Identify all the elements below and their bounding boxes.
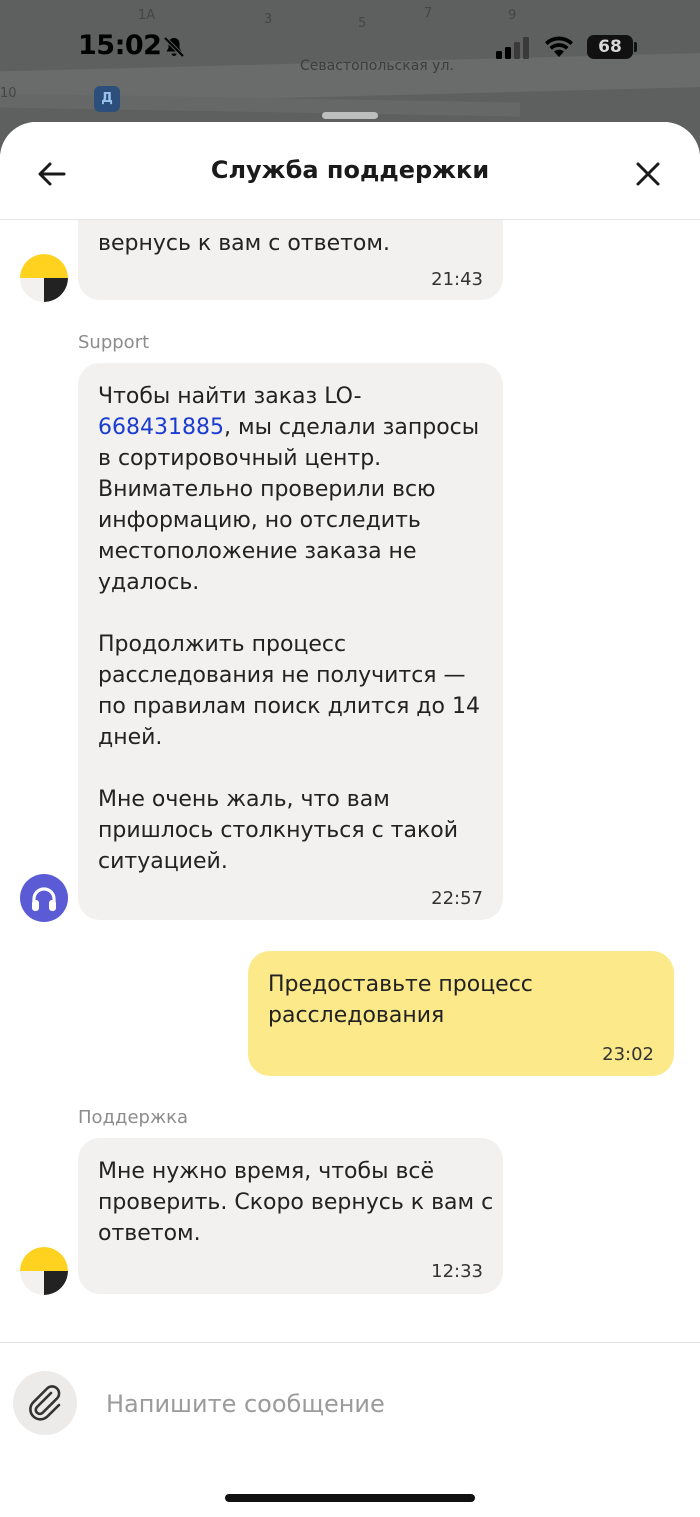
chat-messages[interactable]: вернусь к вам с ответом. 21:43 Support Ч… <box>0 220 700 1342</box>
headphones-icon <box>20 874 68 922</box>
battery-tip <box>634 42 637 52</box>
message-bubble-support: Чтобы найти заказ LO- 668431885, мы сдел… <box>78 363 503 920</box>
message-text-part: , мы сделали запросы в сортировочный цен… <box>98 415 480 874</box>
battery-indicator: 68 <box>587 35 633 59</box>
status-time: 15:02 <box>78 30 162 61</box>
home-indicator[interactable] <box>225 1494 475 1502</box>
chat-header: Служба поддержки <box>0 122 700 220</box>
paperclip-icon <box>29 1385 61 1421</box>
wifi-icon <box>545 36 573 57</box>
message-time: 12:33 <box>431 1261 483 1282</box>
bell-muted-icon <box>163 36 185 58</box>
sheet-grabber[interactable] <box>322 112 378 119</box>
message-text-part: Чтобы найти заказ LO- <box>98 384 362 409</box>
yandex-logo-icon <box>20 254 68 302</box>
message-bubble-support: вернусь к вам с ответом. 21:43 <box>78 220 503 300</box>
order-link[interactable]: 668431885 <box>98 415 224 440</box>
close-icon[interactable] <box>626 152 670 196</box>
message-sender: Support <box>78 332 150 353</box>
support-chat-sheet: Служба поддержки вернусь к вам с ответом… <box>0 122 700 1517</box>
message-input[interactable] <box>104 1381 668 1427</box>
message-time: 21:43 <box>431 269 483 290</box>
attach-button[interactable] <box>13 1371 77 1435</box>
message-text: вернусь к вам с ответом. <box>98 231 390 256</box>
page-title: Служба поддержки <box>210 156 490 184</box>
message-bubble-support: Мне нужно время, чтобы всё проверить. Ск… <box>78 1138 503 1294</box>
status-bar: 15:02 68 <box>0 0 700 90</box>
message-composer <box>0 1342 700 1517</box>
yandex-logo-icon <box>20 1247 68 1295</box>
message-sender: Поддержка <box>78 1107 189 1128</box>
message-bubble-user: Предоставьте процесс расследования 23:02 <box>248 951 674 1076</box>
message-text: Мне нужно время, чтобы всё проверить. Ск… <box>98 1159 494 1246</box>
message-text: Чтобы найти заказ LO- 668431885, мы сдел… <box>98 381 480 877</box>
cellular-signal-icon <box>496 37 529 59</box>
message-time: 23:02 <box>602 1044 654 1065</box>
message-text: Предоставьте процесс расследования <box>268 972 533 1028</box>
message-time: 22:57 <box>431 888 483 909</box>
